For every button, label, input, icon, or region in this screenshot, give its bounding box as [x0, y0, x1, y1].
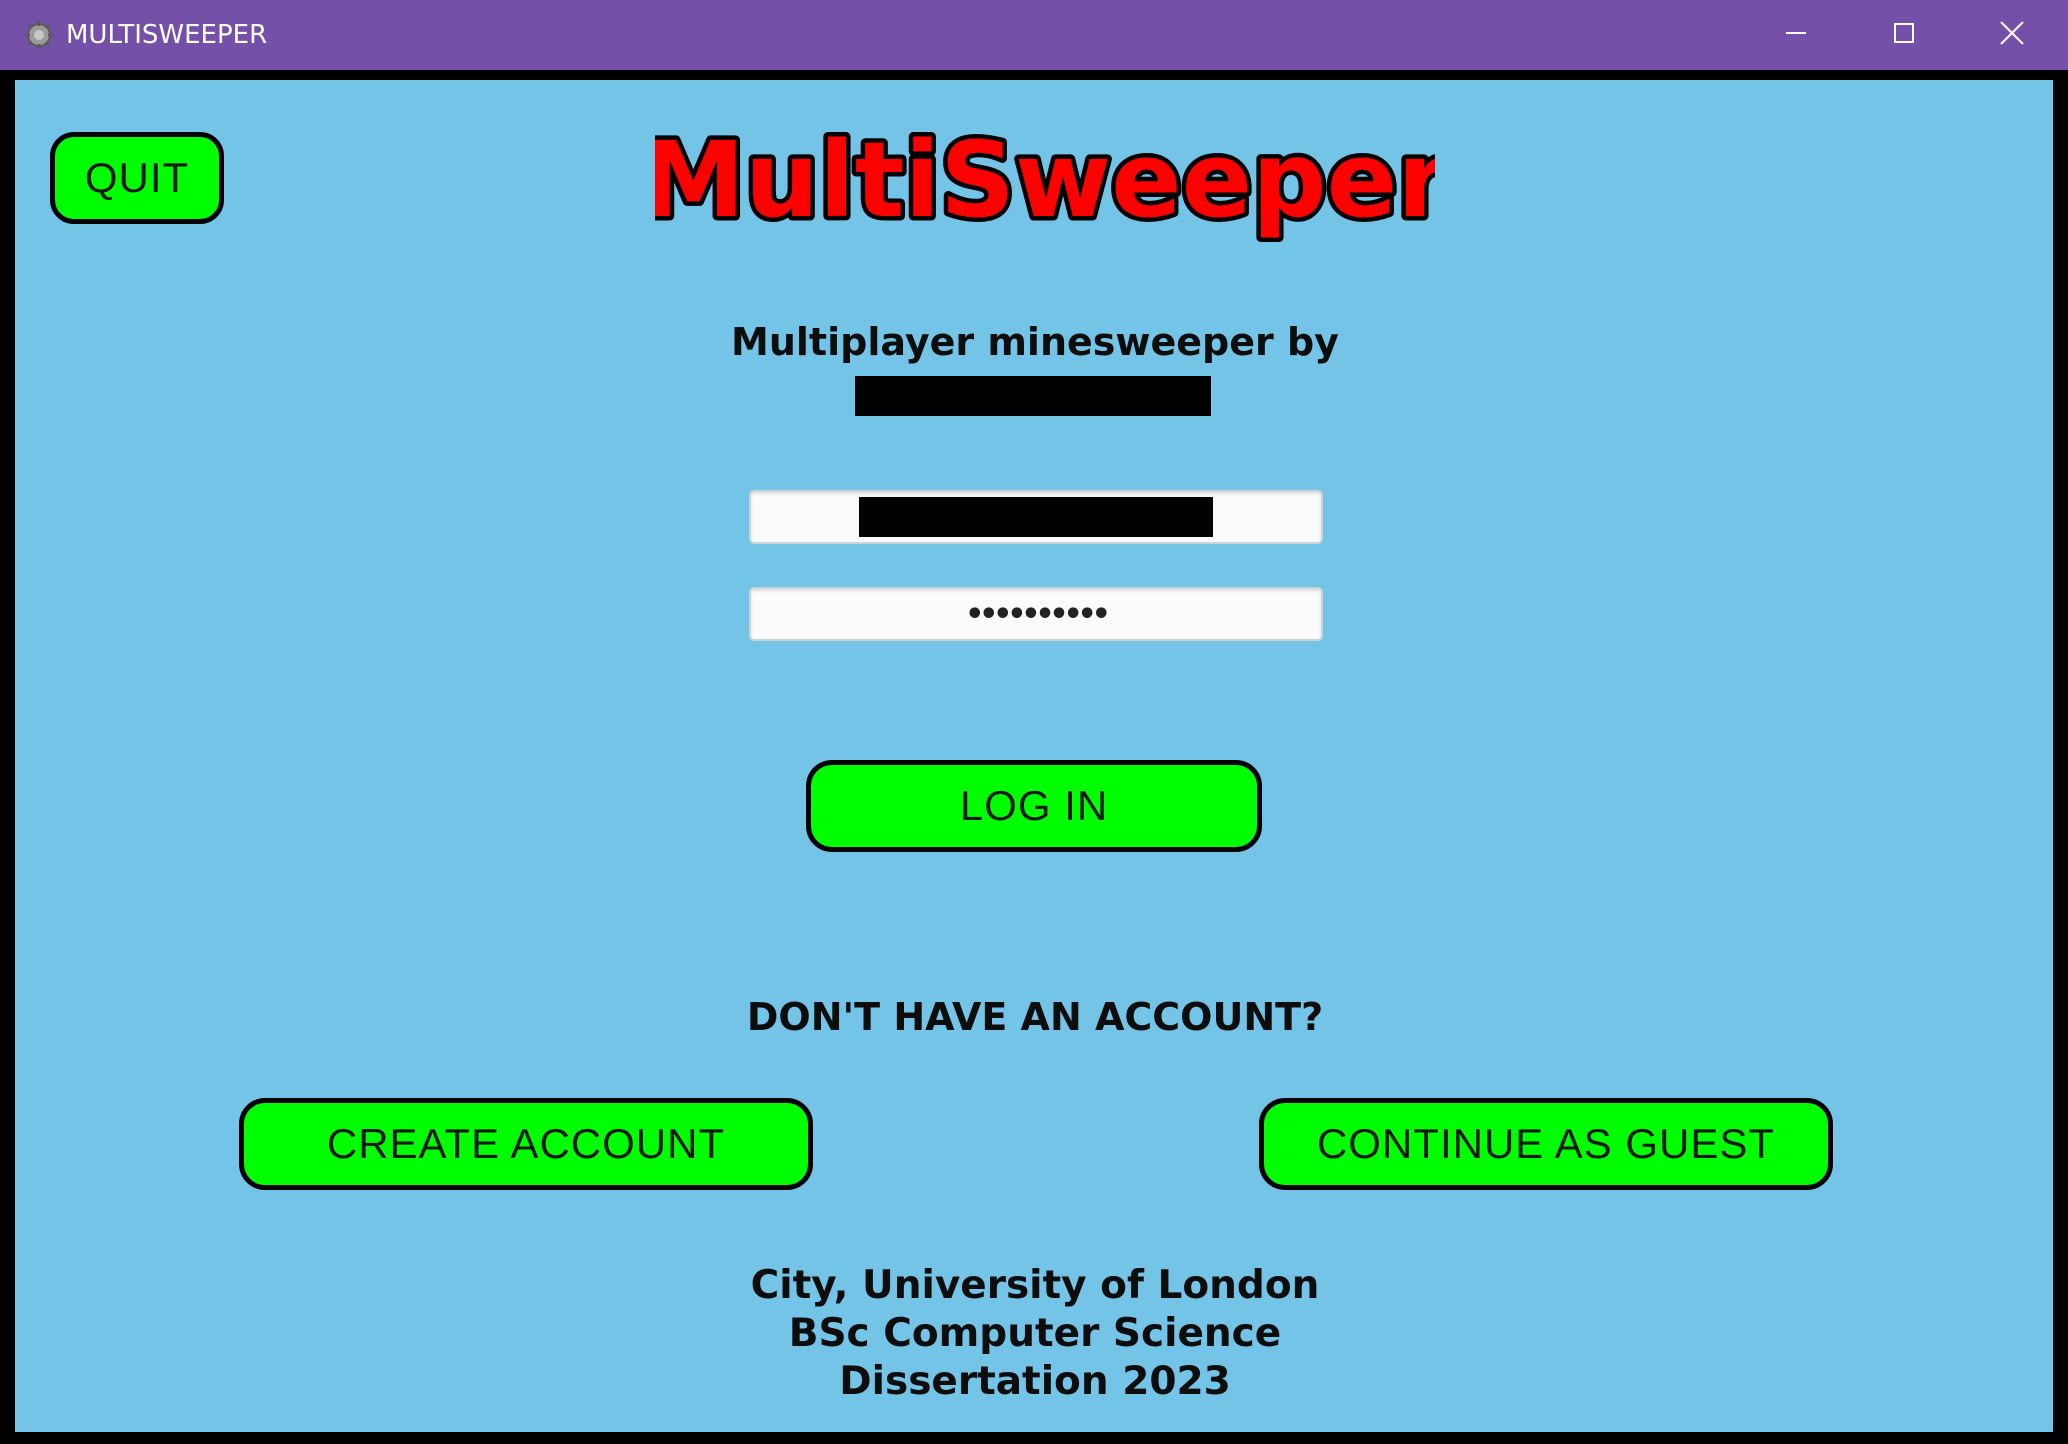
maximize-icon [1892, 21, 1916, 50]
password-field[interactable]: •••••••••• [749, 587, 1323, 641]
minimize-icon [1784, 21, 1808, 50]
continue-as-guest-button[interactable]: CONTINUE AS GUEST [1259, 1098, 1833, 1190]
app-logo-text: MultiSweeper [655, 119, 1435, 241]
window-title: MULTISWEEPER [66, 20, 268, 50]
gear-icon [24, 20, 54, 50]
login-button[interactable]: LOG IN [806, 760, 1262, 852]
username-field[interactable] [749, 490, 1323, 544]
close-icon [1999, 20, 2025, 51]
footer-dissertation: Dissertation 2023 [839, 1359, 1231, 1404]
footer-credits: City, University of London BSc Computer … [535, 1262, 1535, 1406]
footer-degree: BSc Computer Science [788, 1311, 1282, 1356]
app-window: MULTISWEEPER QUIT MultiSweeper Multiplay… [0, 0, 2068, 1444]
footer-institution: City, University of London [750, 1263, 1320, 1308]
password-mask: •••••••••• [965, 596, 1111, 632]
no-account-prompt: DON'T HAVE AN ACCOUNT? [746, 995, 1324, 1039]
create-account-button[interactable]: CREATE ACCOUNT [239, 1098, 813, 1190]
close-button[interactable] [1958, 0, 2066, 70]
minimize-button[interactable] [1742, 0, 1850, 70]
redacted-author-name [855, 376, 1211, 416]
maximize-button[interactable] [1850, 0, 1958, 70]
quit-button[interactable]: QUIT [50, 132, 224, 224]
redacted-username [859, 497, 1213, 537]
title-bar[interactable]: MULTISWEEPER [0, 0, 2068, 70]
app-subtitle: Multiplayer minesweeper by [731, 320, 1339, 364]
login-panel: QUIT MultiSweeper Multiplayer minesweepe… [15, 80, 2053, 1432]
app-logo: MultiSweeper [655, 116, 1435, 246]
